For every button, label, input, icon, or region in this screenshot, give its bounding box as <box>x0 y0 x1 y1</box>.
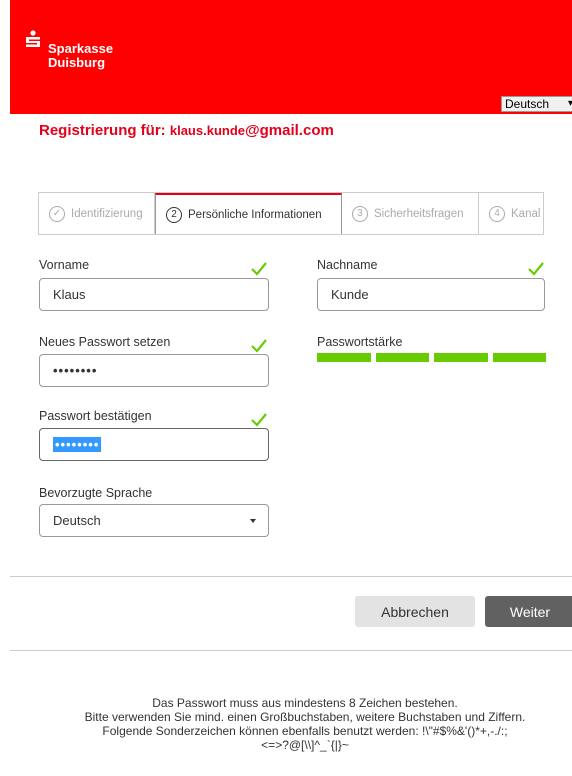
step-identifizierung[interactable]: ✓ Identifizierung <box>39 193 155 234</box>
site-language-value: Deutsch <box>505 97 550 111</box>
page-title: Registrierung für: klaus.kunde@gmail.com <box>39 122 334 139</box>
cancel-button[interactable]: Abbrechen <box>355 596 475 627</box>
brand-line-2: Duisburg <box>48 55 106 70</box>
email-domain: @gmail.com <box>245 122 334 139</box>
step-label: Kanal <box>511 207 541 220</box>
password-rules-info: Das Passwort muss aus mindestens 8 Zeich… <box>60 696 550 752</box>
next-button[interactable]: Weiter <box>485 596 572 627</box>
confirm-password-value: •••••••• <box>53 437 102 452</box>
info-line: <=>?@[\\]^_`{|}~ <box>261 738 349 752</box>
confirm-password-field[interactable]: •••••••• <box>39 428 269 461</box>
step-number: 3 <box>352 205 368 222</box>
password-strength-meter <box>317 353 546 362</box>
checkmark-icon <box>251 413 267 427</box>
caret-down-icon <box>250 519 256 523</box>
step-sicherheitsfragen[interactable]: 3 Sicherheitsfragen <box>342 193 479 234</box>
site-language-select[interactable]: Deutsch ▾ <box>501 96 572 112</box>
chevron-down-icon: ▾ <box>567 98 572 109</box>
step-number: 4 <box>489 205 505 222</box>
progress-steps: ✓ Identifizierung 2 Persönliche Informat… <box>38 192 544 235</box>
info-line: Das Passwort muss aus mindestens 8 Zeich… <box>152 696 458 710</box>
info-line: Folgende Sonderzeichen können ebenfalls … <box>102 724 508 738</box>
strength-segment <box>375 353 429 362</box>
divider <box>10 650 572 651</box>
last-name-label: Nachname <box>317 258 378 272</box>
last-name-field[interactable]: Kunde <box>317 278 545 311</box>
header-bar: Sparkasse Duisburg <box>10 0 572 114</box>
strength-segment <box>492 353 546 362</box>
step-label: Persönliche Informationen <box>188 208 322 221</box>
first-name-field[interactable]: Klaus <box>39 278 269 311</box>
step-number: 2 <box>166 206 182 223</box>
preferred-language-label: Bevorzugte Sprache <box>39 486 153 500</box>
check-circle-icon: ✓ <box>49 205 65 222</box>
sparkasse-s-icon <box>26 30 40 47</box>
preferred-language-value: Deutsch <box>53 513 101 528</box>
checkmark-icon <box>528 262 544 276</box>
brand-name: Sparkasse Duisburg <box>48 42 113 70</box>
checkmark-icon <box>251 339 267 353</box>
strength-segment <box>434 353 488 362</box>
step-kanal[interactable]: 4 Kanal <box>479 193 543 234</box>
email-user: klaus.kunde <box>169 123 245 138</box>
password-strength-label: Passwortstärke <box>317 335 403 349</box>
step-label: Sicherheitsfragen <box>374 207 464 220</box>
first-name-label: Vorname <box>39 258 90 272</box>
divider <box>10 576 572 577</box>
confirm-password-label: Passwort bestätigen <box>39 409 152 423</box>
strength-segment <box>317 353 371 362</box>
checkmark-icon <box>251 262 267 276</box>
preferred-language-select[interactable]: Deutsch <box>39 504 269 537</box>
new-password-value: •••••••• <box>53 363 98 378</box>
brand-line-1: Sparkasse <box>48 41 114 56</box>
info-line: Bitte verwenden Sie mind. einen Großbuch… <box>84 710 526 724</box>
new-password-label: Neues Passwort setzen <box>39 335 171 349</box>
step-label: Identifizierung <box>71 207 143 220</box>
title-prefix: Registrierung für: <box>39 122 166 139</box>
new-password-field[interactable]: •••••••• <box>39 354 269 387</box>
step-persoenliche-informationen[interactable]: 2 Persönliche Informationen <box>155 193 342 234</box>
